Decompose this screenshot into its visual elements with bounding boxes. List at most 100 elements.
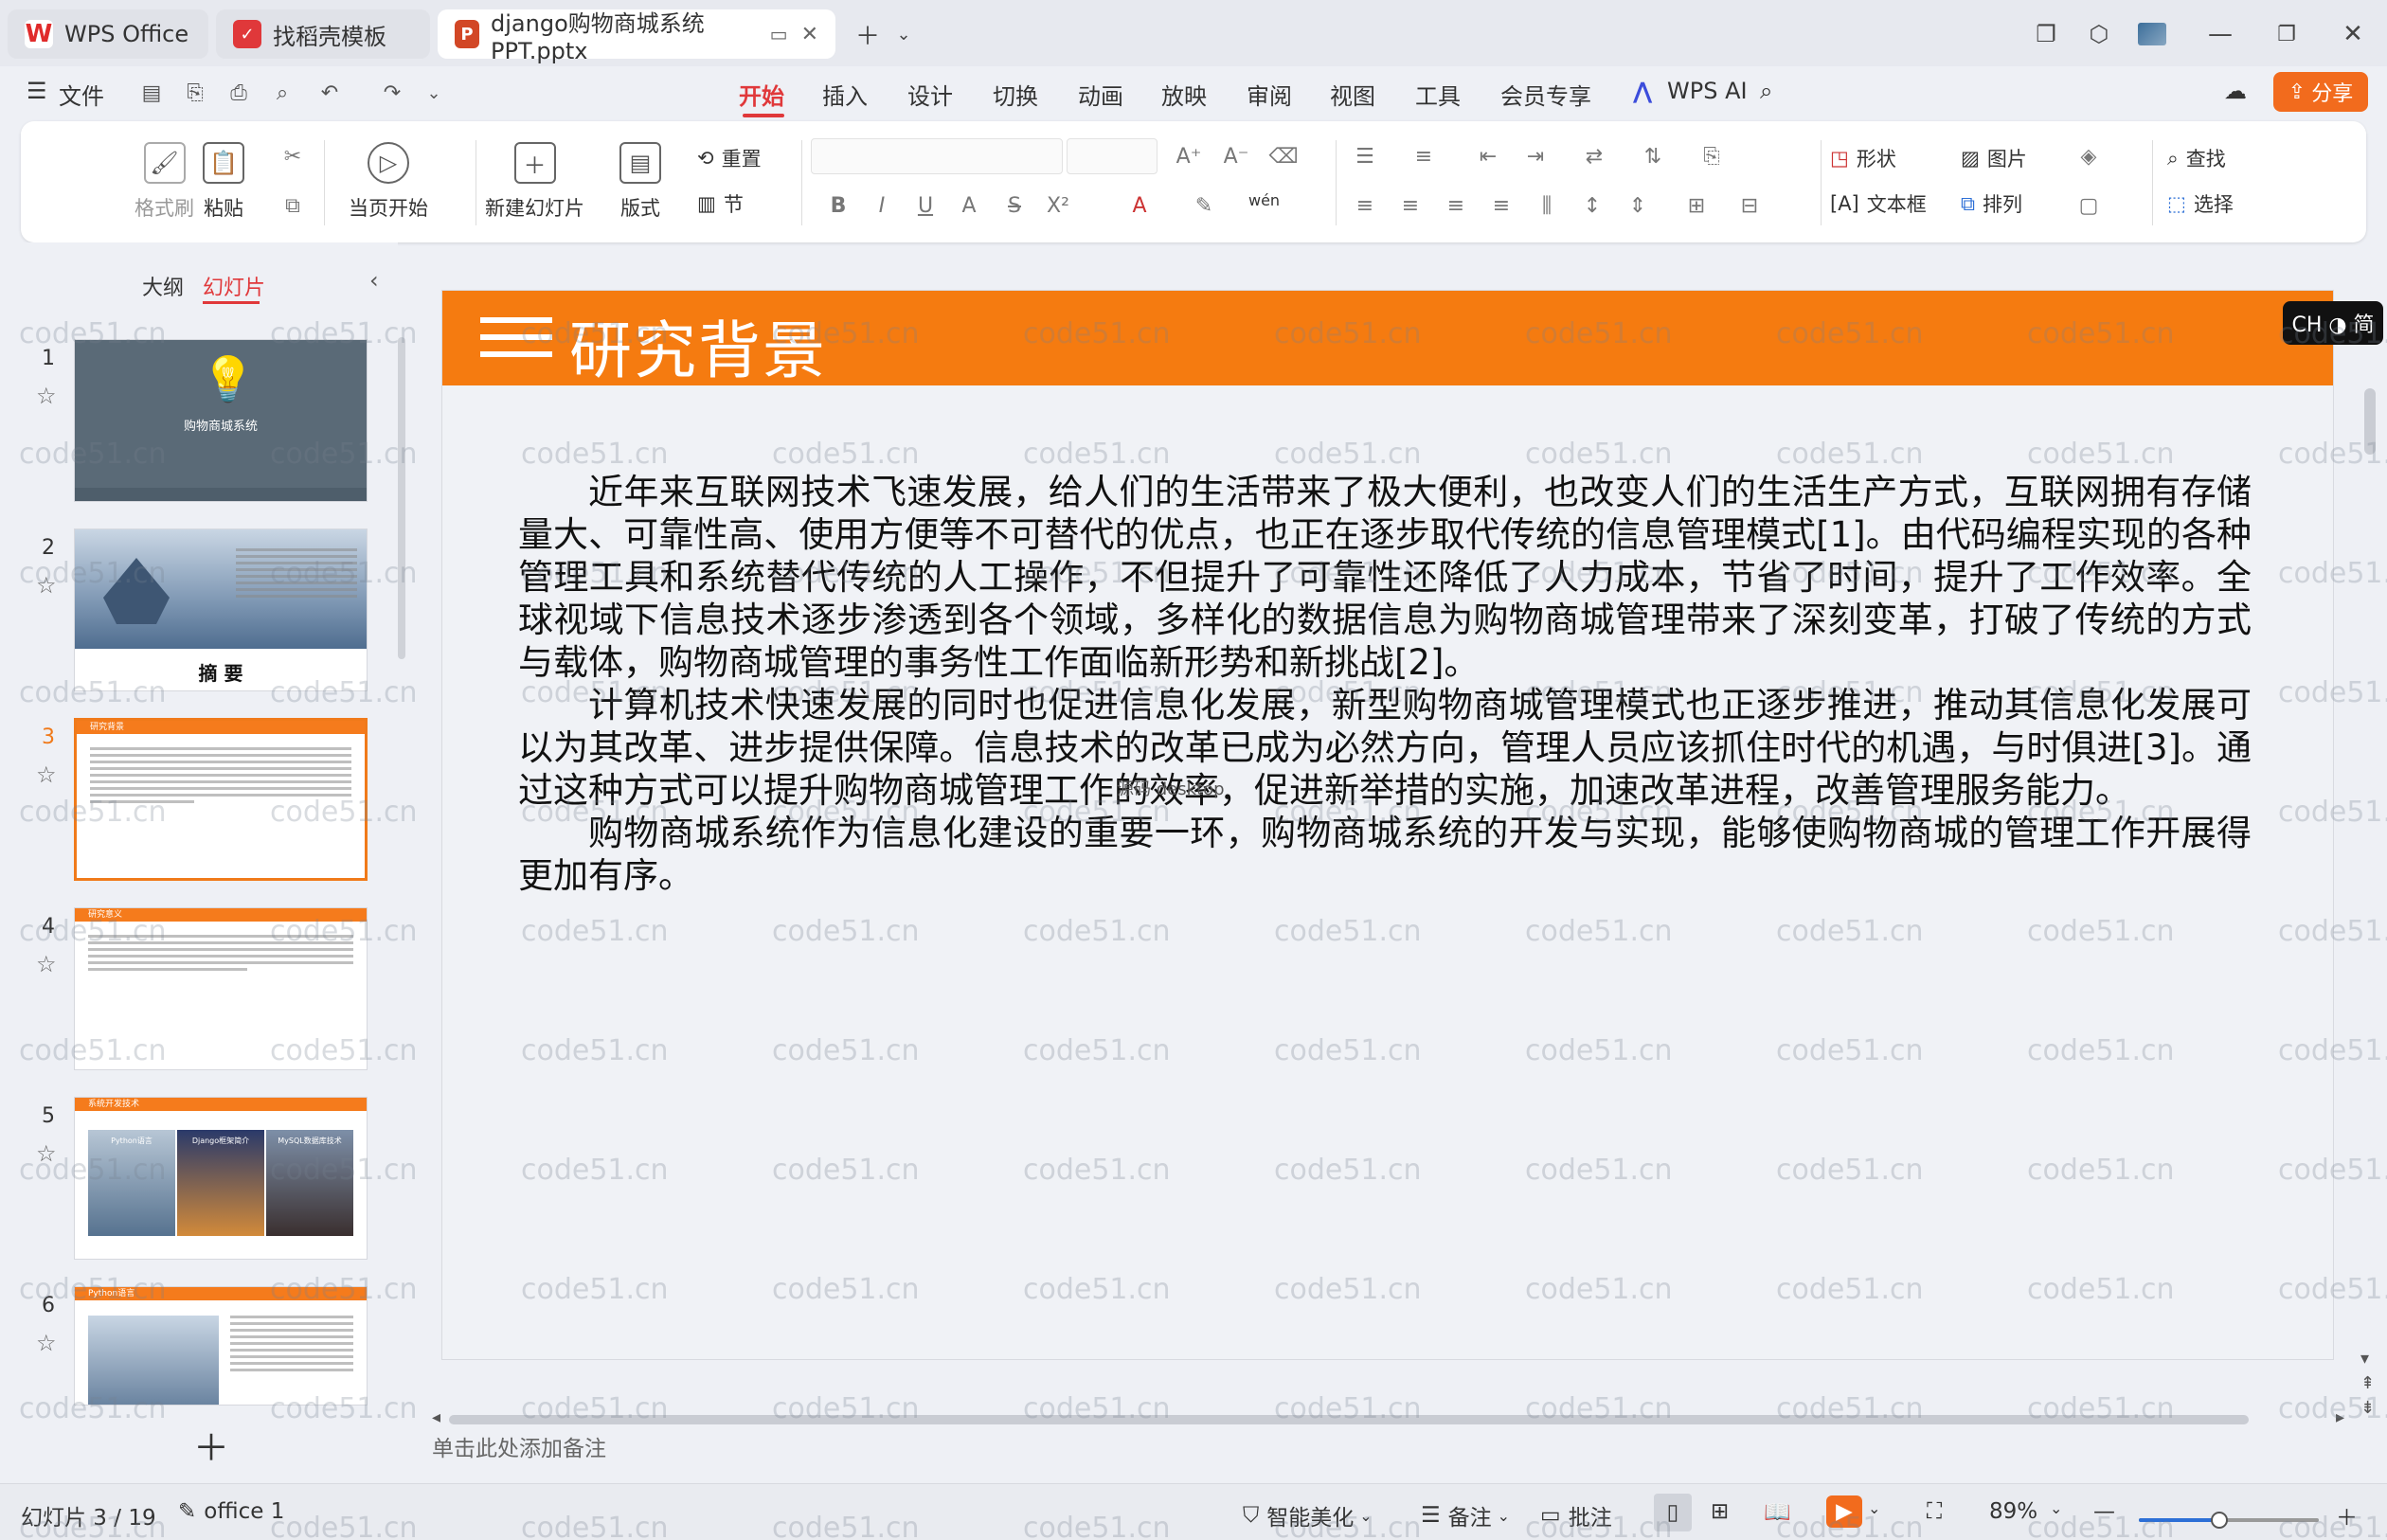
slide-thumbnail-4[interactable]: 研究意义 xyxy=(74,907,368,1070)
notes-placeholder[interactable]: 单击此处添加备注 xyxy=(432,1430,606,1462)
font-family-select[interactable] xyxy=(811,138,1063,174)
scroll-right-icon[interactable]: ▸ xyxy=(2336,1407,2344,1427)
slideshow-dropdown-icon[interactable]: ⌄ xyxy=(1868,1499,1880,1517)
tab-wps-office[interactable]: W WPS Office xyxy=(8,9,208,59)
theme-indicator[interactable]: ✎ office 1 xyxy=(178,1499,284,1524)
clear-format-icon[interactable]: ⌫ xyxy=(1268,142,1298,170)
textbox-button[interactable]: [A] 文本框 xyxy=(1830,189,1927,218)
window-layout-icon[interactable]: ❐ xyxy=(2025,13,2067,55)
star-icon[interactable]: ☆ xyxy=(36,761,57,788)
notes-button[interactable]: ☰ 备注 ⌄ xyxy=(1421,1499,1510,1531)
slide-canvas[interactable]: 研究背景 近年来互联网技术飞速发展，给人们的生活带来了极大便利，也改变人们的生活… xyxy=(441,290,2334,1360)
share-button[interactable]: ⇪ 分享 xyxy=(2273,72,2368,112)
increase-font-icon[interactable]: A⁺ xyxy=(1175,142,1203,170)
normal-view-icon[interactable]: ▯ xyxy=(1654,1494,1692,1531)
bold-icon[interactable]: B xyxy=(824,191,852,220)
scroll-down-icon[interactable]: ▾ xyxy=(2360,1349,2369,1369)
prev-slide-icon[interactable]: ⇞ xyxy=(2360,1373,2375,1393)
add-slide-icon[interactable]: ＋ xyxy=(193,1419,229,1471)
new-slide-button[interactable]: ＋ 新建幻灯片 xyxy=(485,142,584,222)
more-icon[interactable]: ⌄ xyxy=(417,76,451,110)
avatar[interactable] xyxy=(2131,13,2173,55)
shadow-icon[interactable]: A xyxy=(955,191,983,220)
slide-body-text[interactable]: 近年来互联网技术飞速发展，给人们的生活带来了极大便利，也改变人们的生活生产方式，… xyxy=(518,471,2252,897)
font-color-icon[interactable]: A xyxy=(1125,191,1154,220)
star-icon[interactable]: ☆ xyxy=(36,383,57,409)
slide-thumbnail-1[interactable]: 💡 购物商城系统 xyxy=(74,339,368,502)
menu-slideshow[interactable]: 放映 xyxy=(1161,78,1207,111)
convert-icon[interactable]: ⎘ xyxy=(1697,142,1726,170)
layout-button[interactable]: ▤ 版式 xyxy=(619,142,661,222)
menu-insert[interactable]: 插入 xyxy=(822,78,868,111)
align-center-icon[interactable]: ≡ xyxy=(1396,191,1425,220)
slide-thumbnail-6[interactable]: Python语言 xyxy=(74,1286,368,1406)
align-text-icon[interactable]: ⊟ xyxy=(1735,191,1764,220)
slide-title[interactable]: 研究背景 xyxy=(569,300,827,391)
star-icon[interactable]: ☆ xyxy=(36,1330,57,1356)
hamburger-icon[interactable]: ☰ xyxy=(27,78,47,104)
picture-button[interactable]: ▨ 图片 xyxy=(1961,144,2027,172)
close-tab-icon[interactable]: ✕ xyxy=(801,23,818,46)
wps-ai-icon[interactable]: ⋀ xyxy=(1633,78,1652,104)
format-painter-button[interactable]: 🖌 格式刷 xyxy=(135,142,194,222)
reset-button[interactable]: ⟲ 重置 xyxy=(697,144,762,172)
line-spacing-icon[interactable]: ↕ xyxy=(1578,191,1606,220)
justify-icon[interactable]: ≡ xyxy=(1487,191,1516,220)
slide-thumbnail-5[interactable]: 系统开发技术 Python语言 Django框架简介 MySQL数据库技术 xyxy=(74,1097,368,1260)
align-left-icon[interactable]: ≡ xyxy=(1351,191,1379,220)
align-right-icon[interactable]: ≡ xyxy=(1442,191,1470,220)
tab-docer-templates[interactable]: ✓ 找稻壳模板 xyxy=(216,9,430,59)
tab-outline[interactable]: 大纲 xyxy=(142,271,184,301)
undo-icon[interactable]: ↶ xyxy=(313,76,347,110)
cube-icon[interactable]: ⬡ xyxy=(2078,13,2120,55)
arrange-button[interactable]: ⧉ 排列 xyxy=(1961,189,2022,218)
strikethrough-icon[interactable]: S xyxy=(1000,191,1029,220)
restore-icon[interactable]: ❐ xyxy=(2266,13,2307,55)
menu-file[interactable]: 文件 xyxy=(59,78,104,111)
panel-scrollbar[interactable] xyxy=(398,337,405,659)
find-button[interactable]: ⌕ 查找 xyxy=(2167,144,2226,172)
paragraph-spacing-icon[interactable]: ⇕ xyxy=(1624,191,1652,220)
monitor-icon[interactable]: ▭ xyxy=(770,23,788,45)
decrease-font-icon[interactable]: A⁻ xyxy=(1222,142,1250,170)
superscript-icon[interactable]: X² xyxy=(1044,191,1072,220)
menu-wps-ai[interactable]: WPS AI xyxy=(1667,78,1748,104)
print-preview-icon[interactable]: ⌕ xyxy=(265,76,299,110)
menu-home[interactable]: 开始 xyxy=(739,78,784,111)
play-from-current-button[interactable]: ▷ 当页开始 xyxy=(349,142,428,222)
star-icon[interactable]: ☆ xyxy=(36,1140,57,1167)
menu-membership[interactable]: 会员专享 xyxy=(1500,78,1591,111)
font-size-select[interactable] xyxy=(1067,138,1158,174)
slideshow-play-icon[interactable]: ▶ xyxy=(1826,1495,1862,1528)
text-direction-icon[interactable]: ⇄ xyxy=(1580,142,1608,170)
menu-animation[interactable]: 动画 xyxy=(1078,78,1123,111)
cloud-icon[interactable]: ☁ xyxy=(2224,78,2247,104)
select-button[interactable]: ⬚ 选择 xyxy=(2167,189,2234,218)
redo-icon[interactable]: ↷ xyxy=(375,76,409,110)
zoom-in-icon[interactable]: ＋ xyxy=(2336,1499,2358,1531)
columns-icon[interactable]: ⊞ xyxy=(1682,191,1711,220)
slide-thumbnail-3[interactable]: 研究背景 xyxy=(74,718,368,881)
section-button[interactable]: ▥ 节 xyxy=(697,189,744,218)
menu-transition[interactable]: 切换 xyxy=(993,78,1038,111)
collapse-panel-icon[interactable]: ‹ xyxy=(369,267,379,294)
slide-thumbnail-2[interactable]: 摘 要 xyxy=(74,528,368,691)
zoom-out-icon[interactable]: — xyxy=(2093,1499,2115,1524)
zoom-slider-thumb[interactable] xyxy=(2210,1512,2228,1529)
menu-view[interactable]: 视图 xyxy=(1330,78,1375,111)
outline-icon[interactable]: ▢ xyxy=(2074,191,2103,220)
star-icon[interactable]: ☆ xyxy=(36,951,57,977)
zoom-dropdown-icon[interactable]: ⌄ xyxy=(2050,1499,2062,1517)
comment-button[interactable]: ▭ 批注 xyxy=(1540,1499,1612,1531)
close-window-icon[interactable]: ✕ xyxy=(2332,13,2374,55)
search-icon[interactable]: ⌕ xyxy=(1760,78,1772,104)
zoom-level[interactable]: 89% xyxy=(1989,1499,2037,1524)
star-icon[interactable]: ☆ xyxy=(36,572,57,599)
menu-review[interactable]: 审阅 xyxy=(1247,78,1292,111)
decrease-indent-icon[interactable]: ⇤ xyxy=(1474,142,1502,170)
tab-slides[interactable]: 幻灯片 xyxy=(203,271,265,301)
minimize-icon[interactable]: — xyxy=(2199,13,2241,55)
reading-view-icon[interactable]: 📖 xyxy=(1764,1499,1791,1525)
next-slide-icon[interactable]: ⇟ xyxy=(2360,1398,2375,1418)
tab-django-ppt[interactable]: P django购物商城系统PPT.pptx ▭ ✕ xyxy=(438,9,835,64)
